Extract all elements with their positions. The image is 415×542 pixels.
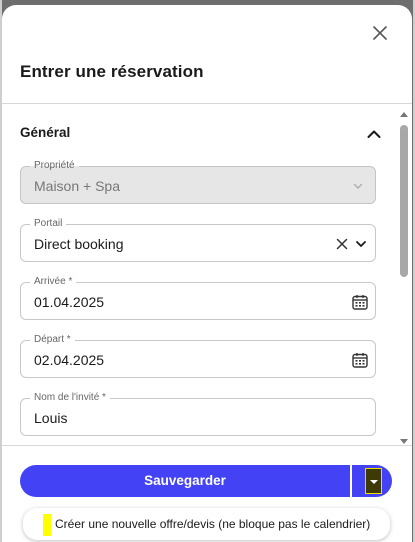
save-options-toggle[interactable]	[365, 468, 382, 494]
property-field: Propriété Maison + Spa	[20, 159, 376, 204]
guest-name-label: Nom de l'invité *	[30, 391, 110, 405]
create-offer-option[interactable]: Créer une nouvelle offre/devis (ne bloqu…	[23, 508, 390, 540]
calendar-icon[interactable]	[351, 293, 369, 311]
caret-down-icon	[370, 480, 378, 484]
calendar-icon[interactable]	[351, 351, 369, 369]
create-offer-option-label: Créer une nouvelle offre/devis (ne bloqu…	[55, 517, 371, 531]
scrollbar[interactable]	[398, 111, 408, 445]
save-button[interactable]: Sauvegarder	[20, 465, 350, 497]
guest-name-value: Louis	[34, 410, 68, 426]
chevron-up-icon[interactable]	[366, 126, 382, 142]
clear-icon[interactable]	[333, 235, 351, 253]
modal-title: Entrer une réservation	[20, 62, 204, 81]
save-split-button	[350, 465, 392, 497]
scrollbar-thumb[interactable]	[400, 125, 408, 277]
reservation-modal: Entrer une réservation Général Propriété…	[2, 5, 412, 542]
divider	[2, 445, 412, 446]
arrival-label: Arrivée *	[30, 275, 77, 289]
portal-label: Portail	[30, 217, 67, 231]
close-icon	[373, 26, 387, 40]
chevron-down-icon[interactable]	[352, 235, 370, 253]
section-header-general[interactable]: Général	[20, 124, 382, 144]
form-scroll-area[interactable]: Général Propriété Maison + Spa Portail D…	[2, 104, 412, 445]
departure-value: 02.04.2025	[34, 352, 105, 368]
property-value: Maison + Spa	[34, 178, 120, 194]
guest-name-field[interactable]: Nom de l'invité * Louis	[20, 391, 376, 436]
property-label: Propriété	[30, 159, 79, 173]
section-title: Général	[20, 125, 71, 140]
portal-value: Direct booking	[34, 236, 124, 252]
departure-label: Départ *	[30, 333, 75, 347]
close-button[interactable]	[370, 23, 390, 43]
arrival-date-field[interactable]: Arrivée * 01.04.2025	[20, 275, 376, 320]
chevron-down-icon	[353, 183, 363, 189]
scroll-up-icon[interactable]	[400, 111, 408, 117]
portal-select[interactable]: Portail Direct booking	[20, 217, 376, 262]
departure-date-field[interactable]: Départ * 02.04.2025	[20, 333, 376, 378]
highlight-marker	[43, 514, 51, 536]
arrival-value: 01.04.2025	[34, 294, 105, 310]
